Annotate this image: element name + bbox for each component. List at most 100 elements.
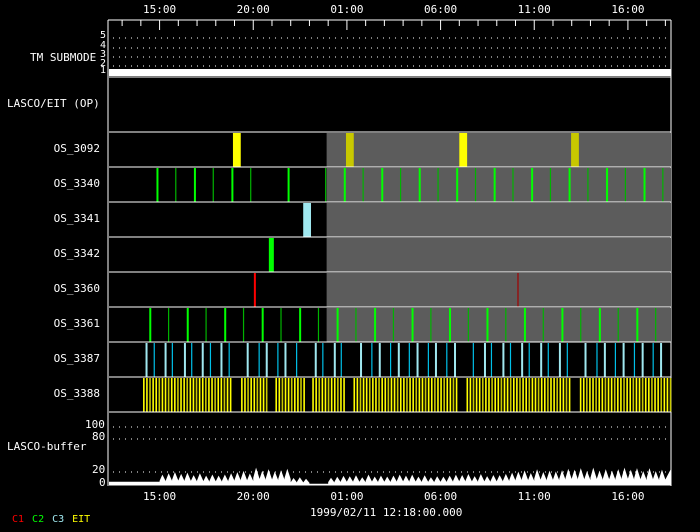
event-line <box>549 168 552 202</box>
event-line <box>152 378 154 412</box>
event-line <box>603 343 606 377</box>
event-line <box>547 378 549 412</box>
event-line <box>657 378 659 412</box>
event-line <box>562 378 565 412</box>
event-line <box>149 378 151 412</box>
event-line <box>641 343 644 377</box>
event-line <box>565 378 568 412</box>
event-line <box>281 378 284 412</box>
event-line <box>666 378 669 412</box>
event-line <box>580 308 582 342</box>
event-line <box>622 343 625 377</box>
event-line <box>525 378 527 412</box>
event-line <box>359 378 362 412</box>
event-line <box>598 308 601 342</box>
event-line <box>387 378 390 412</box>
event-line <box>547 343 549 377</box>
event-line <box>299 308 302 342</box>
event-line <box>437 378 439 412</box>
event-line <box>192 378 195 412</box>
event-line <box>242 308 245 342</box>
event-line <box>337 378 339 412</box>
event-line <box>287 168 290 202</box>
event-line <box>434 378 436 412</box>
event-line <box>161 378 164 412</box>
event-line <box>392 308 395 342</box>
event-line <box>592 378 594 412</box>
event-line <box>156 168 159 202</box>
event-line <box>434 343 437 377</box>
event-line <box>314 343 317 377</box>
event-line <box>183 343 186 377</box>
event-line <box>523 308 526 342</box>
event-line <box>149 308 152 342</box>
event-line <box>168 308 170 342</box>
event-line <box>170 378 173 412</box>
event-line <box>265 378 268 412</box>
event-line <box>321 378 324 412</box>
buffer-tick-label: 0 <box>99 476 106 489</box>
event-line <box>247 378 249 412</box>
event-line <box>336 308 339 342</box>
bottom-tick-label: 11:00 <box>517 490 551 503</box>
event-line <box>193 168 196 202</box>
event-line <box>586 378 588 412</box>
event-line <box>456 168 459 202</box>
event-line <box>397 343 400 377</box>
event-block <box>345 133 354 167</box>
event-line <box>253 273 256 307</box>
bottom-tick-label: 20:00 <box>236 490 270 503</box>
event-line <box>183 378 185 412</box>
event-line <box>343 168 346 202</box>
event-line <box>430 378 433 412</box>
date-label: 1999/02/11 12:18:00.000 <box>310 506 463 519</box>
event-line <box>284 343 287 377</box>
event-line <box>497 378 500 412</box>
event-line <box>375 378 377 412</box>
event-line <box>340 378 342 412</box>
event-line <box>614 343 616 377</box>
top-tick-label: 06:00 <box>424 3 458 16</box>
event-line <box>662 168 664 202</box>
event-line <box>275 378 278 412</box>
event-line <box>167 378 170 412</box>
op-row-label: LASCO/EIT (OP) <box>7 97 100 110</box>
event-line <box>652 343 654 377</box>
event-line <box>418 168 421 202</box>
buffer-tick-label: 80 <box>92 430 106 443</box>
event-line <box>384 378 387 412</box>
event-line <box>360 343 363 377</box>
event-line <box>469 378 472 412</box>
event-line <box>454 343 457 377</box>
bottom-tick-label: 15:00 <box>143 490 177 503</box>
event-line <box>415 378 418 412</box>
event-line <box>579 378 582 412</box>
tm-submode-label: TM SUBMODE <box>30 51 97 64</box>
event-line <box>540 343 543 377</box>
top-tick-label: 01:00 <box>330 3 364 16</box>
event-line <box>478 378 481 412</box>
event-line <box>472 378 475 412</box>
event-line <box>517 273 519 307</box>
event-line <box>378 378 380 412</box>
row-label-os_3092: OS_3092 <box>53 142 100 155</box>
event-line <box>297 378 299 412</box>
top-tick-label: 15:00 <box>143 3 177 16</box>
event-line <box>390 343 392 377</box>
event-line <box>262 378 265 412</box>
event-line <box>607 378 610 412</box>
event-line <box>371 343 373 377</box>
event-line <box>516 378 518 412</box>
event-line <box>589 378 591 412</box>
buffer-tick-label: 20 <box>92 463 106 476</box>
event-line <box>491 378 493 412</box>
bottom-tick-label: 01:00 <box>330 490 364 503</box>
event-line <box>582 378 585 412</box>
event-line <box>537 378 540 412</box>
event-line <box>604 378 607 412</box>
event-line <box>258 343 260 377</box>
event-line <box>284 378 287 412</box>
event-line <box>509 378 512 412</box>
event-line <box>191 343 193 377</box>
event-line <box>568 378 571 412</box>
